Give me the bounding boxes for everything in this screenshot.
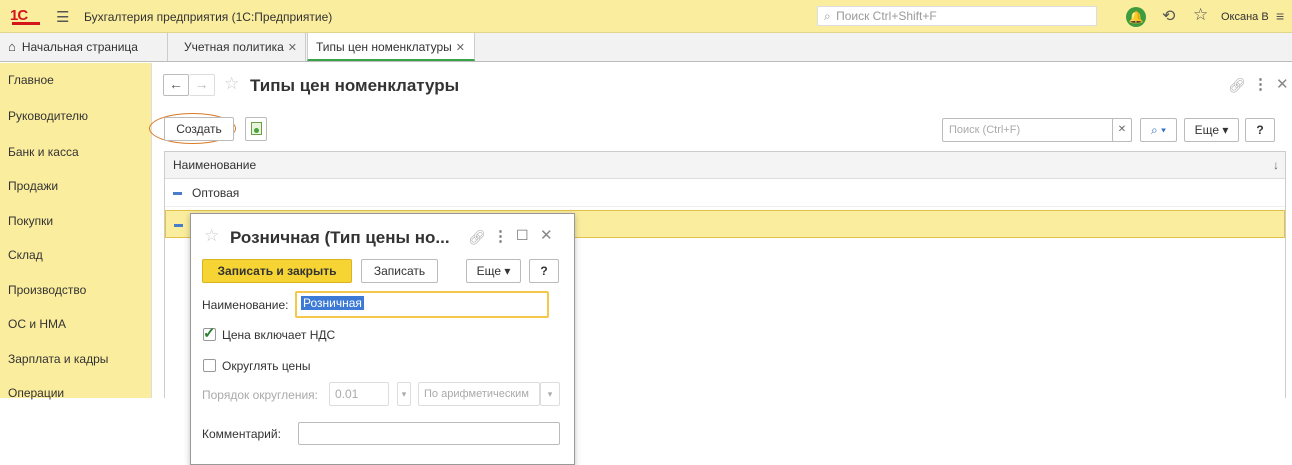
sidebar-item-sales[interactable]: Продажи [8,179,58,193]
sidebar-item-warehouse[interactable]: Склад [8,248,43,262]
clear-search-button[interactable]: ✕ [1112,118,1132,142]
vat-checkbox[interactable]: ✓ [203,325,216,342]
more-actions-icon[interactable]: ⋮ [493,227,508,245]
close-icon[interactable]: ✕ [540,226,553,244]
close-icon[interactable]: ✕ [288,42,297,54]
global-search-input[interactable]: ⌕ Поиск Ctrl+Shift+F [817,6,1097,26]
copy-icon [250,122,262,135]
search-icon: ⌕ [824,9,831,23]
sidebar-item-main[interactable]: Главное [8,73,54,87]
maximize-icon[interactable]: ☐ [516,227,529,244]
home-icon: ⌂ [8,39,16,54]
create-button[interactable]: Создать [164,117,234,141]
tab-label: Учетная политика [184,40,284,54]
save-and-close-button[interactable]: Записать и закрыть [202,259,352,283]
row-name: Оптовая [192,186,240,200]
round-order-label: Порядок округления: [202,388,319,402]
notifications-icon[interactable]: 🔔 [1126,7,1146,27]
logo-underline [12,22,40,25]
back-button[interactable]: ← [163,74,189,96]
logo-1c: 1С [10,7,40,25]
comment-field[interactable] [298,422,560,445]
user-menu-icon[interactable]: ≡ [1276,8,1284,24]
favorite-star-icon[interactable]: ☆ [204,226,219,246]
round-method-field: По арифметическим [418,382,540,406]
item-marker-icon [173,192,182,196]
list-search-input[interactable]: Поиск (Ctrl+F) [942,118,1132,142]
link-icon[interactable]: 🔗︎ [468,229,486,246]
more-label: Еще [1194,123,1220,137]
global-search-placeholder: Поиск Ctrl+Shift+F [836,9,937,23]
more-button[interactable]: Еще ▾ [1184,118,1239,142]
round-prices-label: Округлять цены [222,359,311,373]
search-button[interactable]: ⌕ ▾ [1140,118,1177,142]
price-type-dialog: ☆ Розничная (Тип цены но... 🔗︎ ⋮ ☐ ✕ Зап… [190,213,575,465]
tabs-bar: ⌂ Начальная страница Учетная политика ✕ Ти… [0,33,1292,62]
more-label: Еще [476,264,502,278]
sort-icon[interactable]: ↓ [1273,152,1279,178]
arrow-right-icon: → [194,76,209,92]
main-menu-icon[interactable]: ☰ [56,8,69,26]
page-title: Типы цен номенклатуры [250,76,460,95]
checkmark-icon: ✓ [203,325,216,342]
table-row[interactable]: Оптовая [165,179,1285,207]
sidebar-item-management[interactable]: Руководителю [8,109,88,123]
sidebar-item-bank[interactable]: Банк и касса [8,145,79,159]
favorites-star-icon[interactable]: ☆ [1193,5,1208,25]
user-name[interactable]: Оксана В [1221,11,1269,23]
sidebar-item-salary[interactable]: Зарплата и кадры [8,352,108,366]
name-field[interactable]: Розничная [295,291,549,318]
sidebar-item-production[interactable]: Производство [8,283,86,297]
vat-label: Цена включает НДС [222,328,336,342]
close-icon[interactable]: ✕ [1276,75,1289,93]
link-icon[interactable]: 🔗︎ [1228,77,1246,94]
search-icon: ⌕ ▾ [1150,123,1167,137]
round-order-field: 0.01 [329,382,389,406]
comment-label: Комментарий: [202,427,281,441]
item-marker-icon [174,224,183,228]
name-label: Наименование: [202,298,289,312]
favorite-star-icon[interactable]: ☆ [224,74,239,94]
chevron-down-icon: ▾ [397,382,411,406]
sidebar: Главное Руководителю Банк и касса Продаж… [0,63,152,400]
more-actions-icon[interactable]: ⋮ [1253,75,1268,93]
sidebar-item-operations[interactable]: Операции [8,386,64,400]
name-value: Розничная [301,296,364,310]
copy-button[interactable] [245,117,267,141]
help-button[interactable]: ? [1245,118,1275,142]
round-prices-checkbox[interactable] [203,359,216,372]
tab-price-types[interactable]: Типы цен номенклатуры ✕ [307,33,475,61]
more-button[interactable]: Еще ▾ [466,259,521,283]
tab-home-label: Начальная страница [21,40,138,54]
sidebar-item-purchases[interactable]: Покупки [8,214,53,228]
arrow-left-icon: ← [169,76,183,92]
close-icon[interactable]: ✕ [456,42,465,54]
app-title: Бухгалтерия предприятия (1С:Предприятие) [84,10,333,24]
app-header: 1С ☰ Бухгалтерия предприятия (1С:Предпри… [0,0,1292,33]
column-header-label: Наименование [173,158,257,172]
chevron-down-icon: ▾ [540,382,560,406]
tab-accounting-policy[interactable]: Учетная политика ✕ [176,33,306,61]
help-button[interactable]: ? [529,259,559,283]
tab-label: Типы цен номенклатуры [316,40,452,54]
column-header-name[interactable]: Наименование ↓ [165,152,1285,179]
history-icon[interactable]: ⟲ [1162,6,1175,26]
dialog-title: Розничная (Тип цены но... [230,228,450,247]
save-button[interactable]: Записать [361,259,438,283]
sidebar-item-assets[interactable]: ОС и НМА [8,317,66,331]
forward-button[interactable]: → [189,74,215,96]
tab-home[interactable]: ⌂ Начальная страница [0,33,168,61]
